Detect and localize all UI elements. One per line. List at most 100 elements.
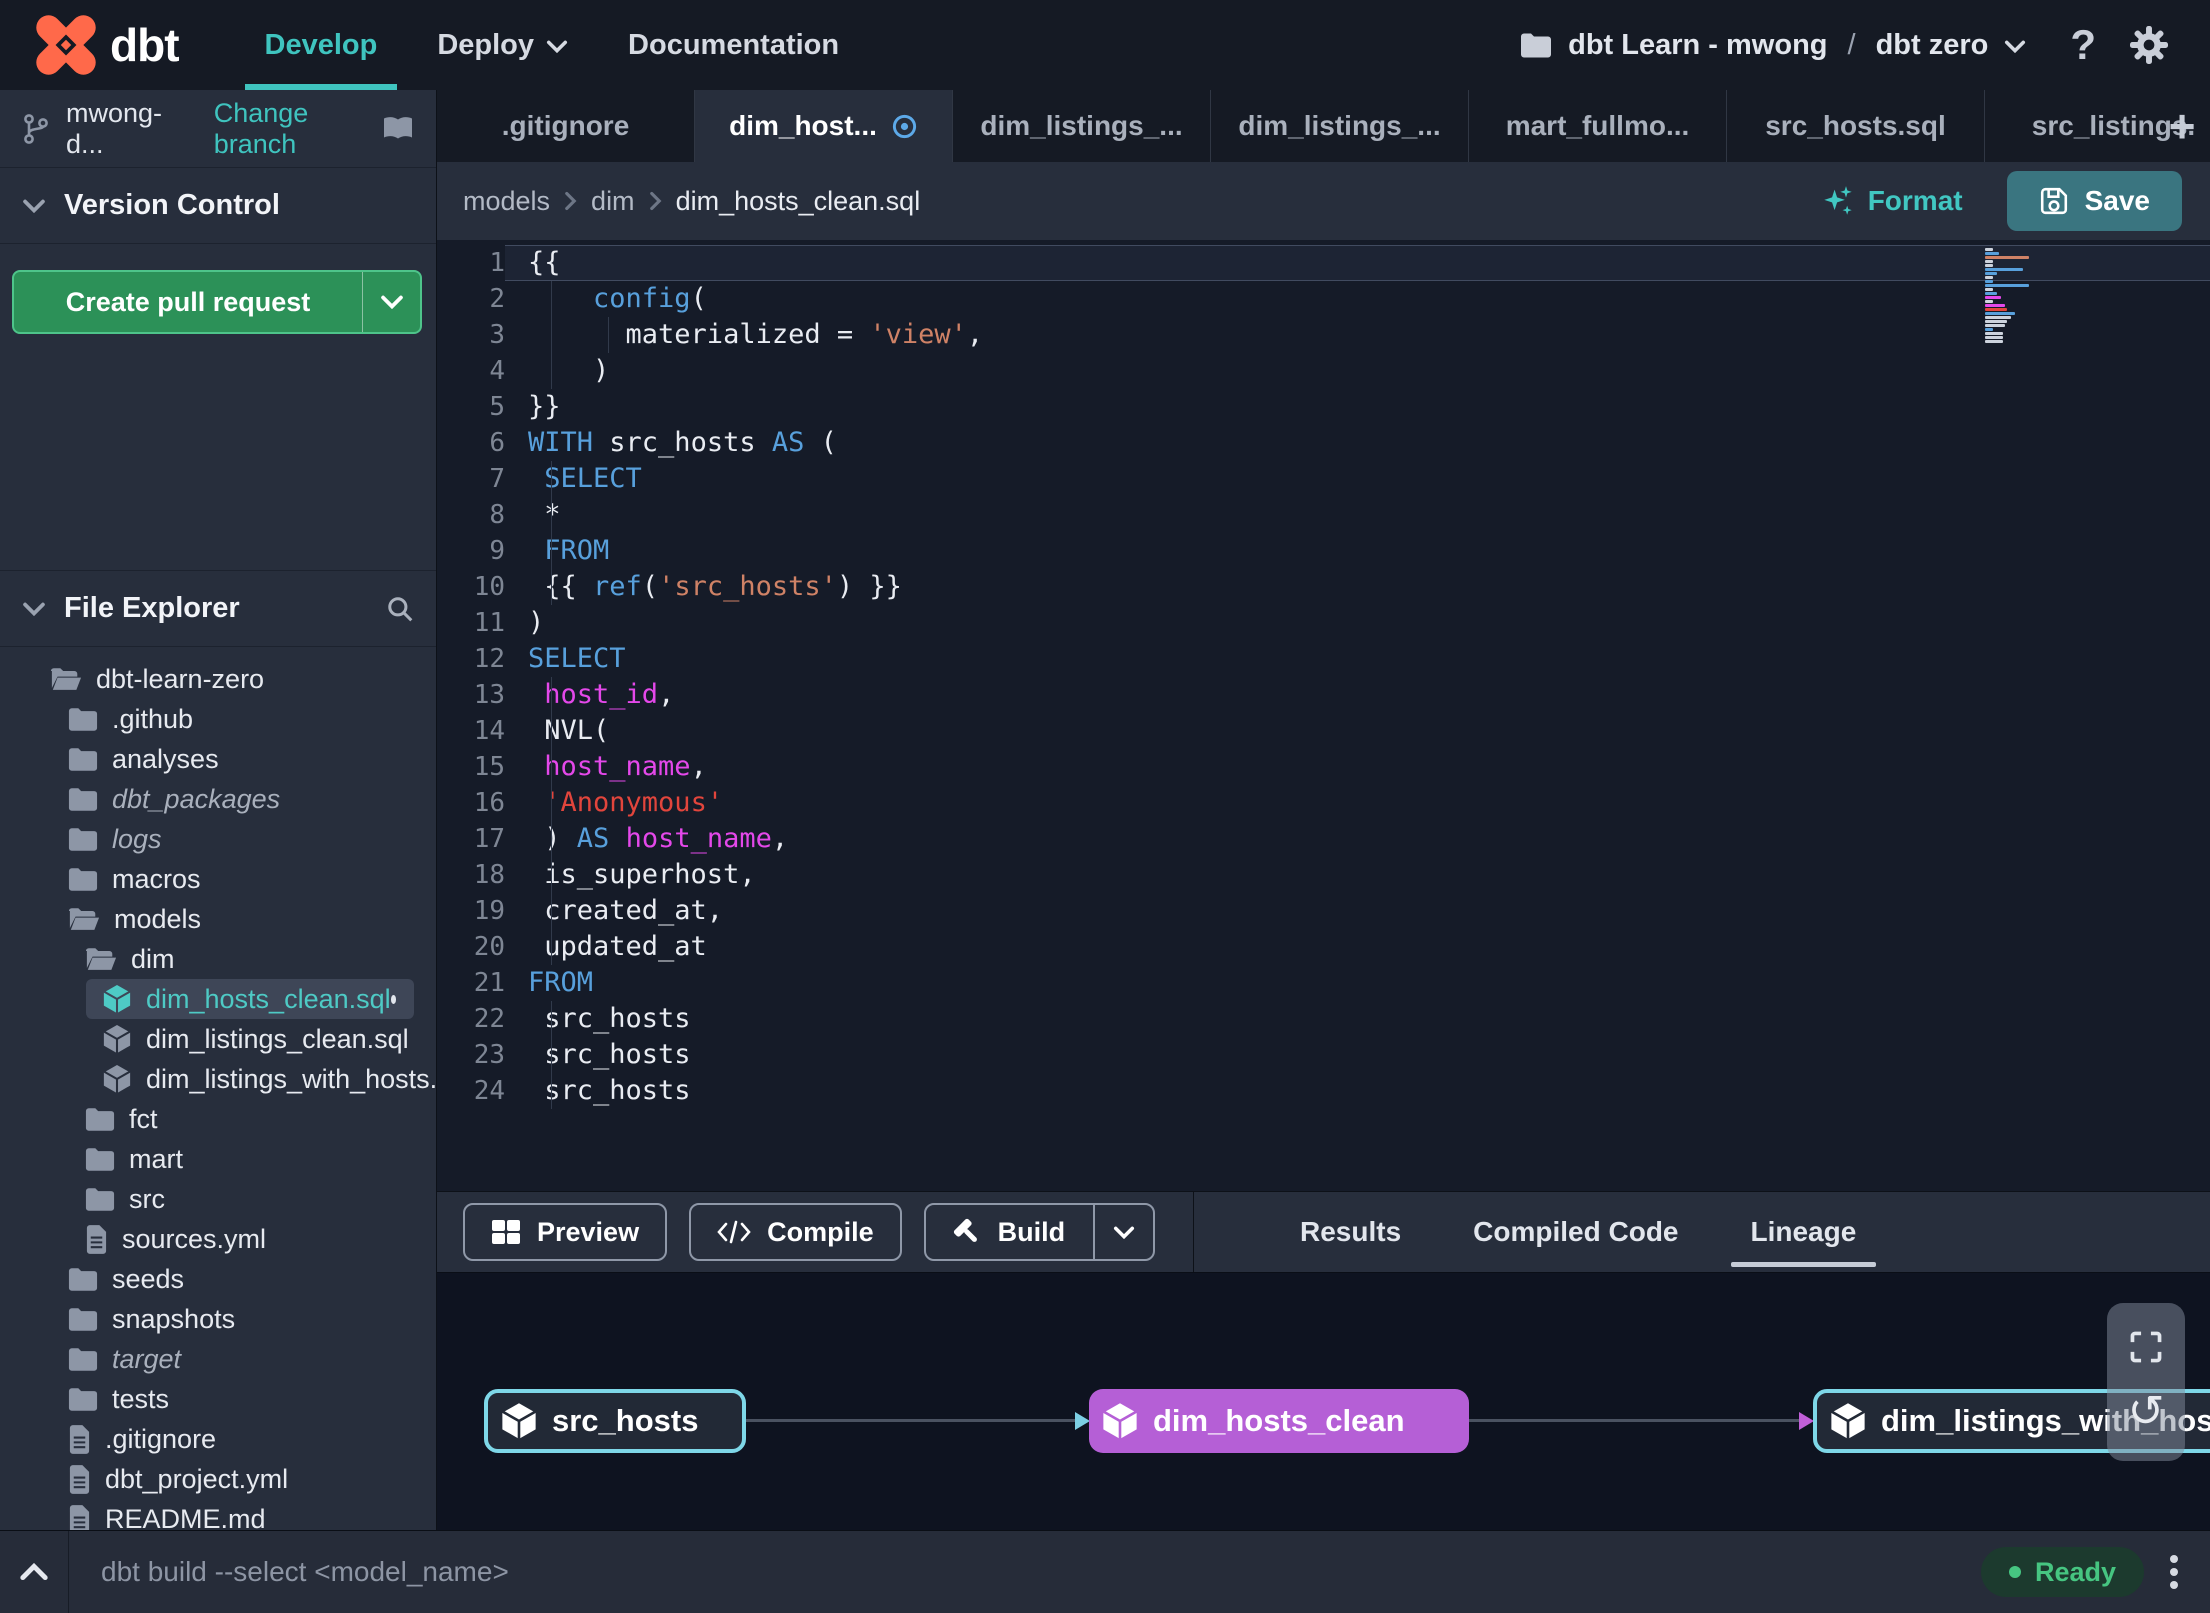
dbt-logo[interactable]: dbt bbox=[34, 13, 180, 77]
tree-item-dim[interactable]: dim bbox=[0, 939, 436, 979]
code-line[interactable]: 23 src_hosts bbox=[437, 1037, 2210, 1073]
minimap[interactable] bbox=[1985, 248, 2045, 344]
tree-item-analyses[interactable]: analyses bbox=[0, 739, 436, 779]
nav-deploy[interactable]: Deploy bbox=[407, 0, 598, 90]
new-tab-button[interactable]: + bbox=[2160, 90, 2204, 162]
tree-item-seeds[interactable]: seeds bbox=[0, 1259, 436, 1299]
search-icon[interactable] bbox=[386, 595, 414, 623]
breadcrumb-segment[interactable]: dim bbox=[591, 186, 635, 217]
code-line[interactable]: 9 FROM bbox=[437, 533, 2210, 569]
docs-book-icon[interactable] bbox=[382, 115, 414, 142]
change-branch-link[interactable]: Change branch bbox=[214, 98, 382, 160]
code-line[interactable]: 4 ) bbox=[437, 353, 2210, 389]
tree-item-github[interactable]: .github bbox=[0, 699, 436, 739]
code-line[interactable]: 15 host_name, bbox=[437, 749, 2210, 785]
tree-item-dbt-packages[interactable]: dbt_packages bbox=[0, 779, 436, 819]
tree-item-snapshots[interactable]: snapshots bbox=[0, 1299, 436, 1339]
create-pull-request-label[interactable]: Create pull request bbox=[14, 272, 362, 332]
save-button[interactable]: Save bbox=[2006, 171, 2182, 231]
gear-icon[interactable] bbox=[2130, 26, 2168, 64]
fullscreen-icon[interactable] bbox=[2130, 1331, 2162, 1363]
code-line[interactable]: 20 updated_at bbox=[437, 929, 2210, 965]
code-text: }} bbox=[528, 391, 561, 422]
code-line[interactable]: 19 created_at, bbox=[437, 893, 2210, 929]
tree-item-dim-hosts-clean-sql[interactable]: dim_hosts_clean.sql bbox=[86, 979, 414, 1019]
project-picker[interactable]: dbt Learn - mwong / dbt zero bbox=[1520, 29, 2026, 62]
code-line[interactable]: 14 NVL( bbox=[437, 713, 2210, 749]
nav-documentation[interactable]: Documentation bbox=[598, 0, 869, 90]
tab-dim-listings[interactable]: dim_listings_... bbox=[1211, 90, 1469, 162]
create-pull-request-button[interactable]: Create pull request bbox=[12, 270, 422, 334]
command-input[interactable]: dbt build --select <model_name> bbox=[101, 1556, 509, 1588]
chevron-up-icon[interactable] bbox=[0, 1563, 68, 1581]
folder-icon bbox=[68, 1347, 98, 1372]
kebab-menu-icon[interactable] bbox=[2170, 1555, 2178, 1589]
tree-item-readme-md[interactable]: README.md bbox=[0, 1499, 436, 1530]
panel-tab-results[interactable]: Results bbox=[1264, 1192, 1437, 1272]
code-line[interactable]: 21 FROM bbox=[437, 965, 2210, 1001]
line-number: 23 bbox=[473, 1040, 505, 1070]
button-compile[interactable]: Compile bbox=[689, 1203, 902, 1261]
tree-item-fct[interactable]: fct bbox=[0, 1099, 436, 1139]
lineage-node-dim-hosts-clean[interactable]: dim_hosts_clean bbox=[1089, 1389, 1469, 1453]
tree-item-src[interactable]: src bbox=[0, 1179, 436, 1219]
code-line[interactable]: 6 WITH src_hosts AS ( bbox=[437, 425, 2210, 461]
tree-item-label: sources.yml bbox=[122, 1223, 267, 1254]
folder-icon bbox=[68, 1267, 98, 1292]
tree-item-macros[interactable]: macros bbox=[0, 859, 436, 899]
code-line[interactable]: 12 SELECT bbox=[437, 641, 2210, 677]
code-line[interactable]: 16 'Anonymous' bbox=[437, 785, 2210, 821]
refresh-icon[interactable]: ↺ bbox=[2128, 1389, 2165, 1434]
line-number: 13 bbox=[473, 680, 505, 710]
tree-item-logs[interactable]: logs bbox=[0, 819, 436, 859]
code-line[interactable]: 11) bbox=[437, 605, 2210, 641]
tree-item-gitignore[interactable]: .gitignore bbox=[0, 1419, 436, 1459]
tab-mart-fullmo[interactable]: mart_fullmo... bbox=[1469, 90, 1727, 162]
breadcrumb-segment[interactable]: models bbox=[463, 186, 550, 217]
tree-item-tests[interactable]: tests bbox=[0, 1379, 436, 1419]
tab-label: dim_listings_... bbox=[980, 110, 1183, 141]
code-line[interactable]: 5}} bbox=[437, 389, 2210, 425]
build-dropdown-chevron[interactable] bbox=[1093, 1205, 1153, 1259]
tree-item-dbt-project-yml[interactable]: dbt_project.yml bbox=[0, 1459, 436, 1499]
code-editor[interactable]: 1{{2 config(3 materialized = 'view', 4 ) 5… bbox=[437, 240, 2210, 1191]
tree-item-dbt-learn-zero[interactable]: dbt-learn-zero bbox=[0, 659, 436, 699]
code-text: SELECT bbox=[528, 643, 626, 674]
format-button[interactable]: Format bbox=[1822, 185, 1963, 217]
panel-tab-label: Compiled Code bbox=[1473, 1216, 1679, 1247]
tree-item-mart[interactable]: mart bbox=[0, 1139, 436, 1179]
code-line[interactable]: 2 config( bbox=[437, 281, 2210, 317]
version-control-header[interactable]: Version Control bbox=[0, 168, 436, 244]
code-line[interactable]: 22 src_hosts bbox=[437, 1001, 2210, 1037]
code-line[interactable]: 13 host_id, bbox=[437, 677, 2210, 713]
code-line[interactable]: 10 {{ ref('src_hosts') }} bbox=[437, 569, 2210, 605]
tab-dim-listings[interactable]: dim_listings_... bbox=[953, 90, 1211, 162]
button-preview[interactable]: Preview bbox=[463, 1203, 668, 1261]
tab-dim-host[interactable]: dim_host... bbox=[695, 90, 953, 162]
tree-item-models[interactable]: models bbox=[0, 899, 436, 939]
file-explorer-header[interactable]: File Explorer bbox=[0, 571, 436, 647]
tab-gitignore[interactable]: .gitignore bbox=[437, 90, 695, 162]
code-line[interactable]: 7 SELECT bbox=[437, 461, 2210, 497]
help-button[interactable]: ? bbox=[2070, 21, 2096, 69]
code-line[interactable]: 8 * bbox=[437, 497, 2210, 533]
tree-item-dim-listings-with-hosts[interactable]: dim_listings_with_hosts... bbox=[0, 1059, 436, 1099]
button-build[interactable]: Build bbox=[923, 1203, 1156, 1261]
nav-develop[interactable]: Develop bbox=[235, 0, 408, 90]
tree-item-dim-listings-clean-sql[interactable]: dim_listings_clean.sql bbox=[0, 1019, 436, 1059]
line-number: 8 bbox=[489, 500, 505, 530]
code-line[interactable]: 1{{ bbox=[437, 245, 2210, 281]
panel-tab-lineage[interactable]: Lineage bbox=[1715, 1192, 1893, 1272]
code-line[interactable]: 24 src_hosts bbox=[437, 1073, 2210, 1109]
code-line[interactable]: 18 is_superhost, bbox=[437, 857, 2210, 893]
code-line[interactable]: 17 ) AS host_name, bbox=[437, 821, 2210, 857]
tree-item-sources-yml[interactable]: sources.yml bbox=[0, 1219, 436, 1259]
tab-src-hosts-sql[interactable]: src_hosts.sql bbox=[1727, 90, 1985, 162]
panel-tab-compiled-code[interactable]: Compiled Code bbox=[1437, 1192, 1714, 1272]
pull-request-dropdown-chevron[interactable] bbox=[362, 272, 420, 332]
code-line[interactable]: 3 materialized = 'view', bbox=[437, 317, 2210, 353]
lineage-node-src-hosts[interactable]: src_hosts bbox=[484, 1389, 746, 1453]
breadcrumb-segment[interactable]: dim_hosts_clean.sql bbox=[676, 186, 921, 217]
code-text: ) AS host_name, bbox=[505, 821, 2210, 857]
tree-item-target[interactable]: target bbox=[0, 1339, 436, 1379]
